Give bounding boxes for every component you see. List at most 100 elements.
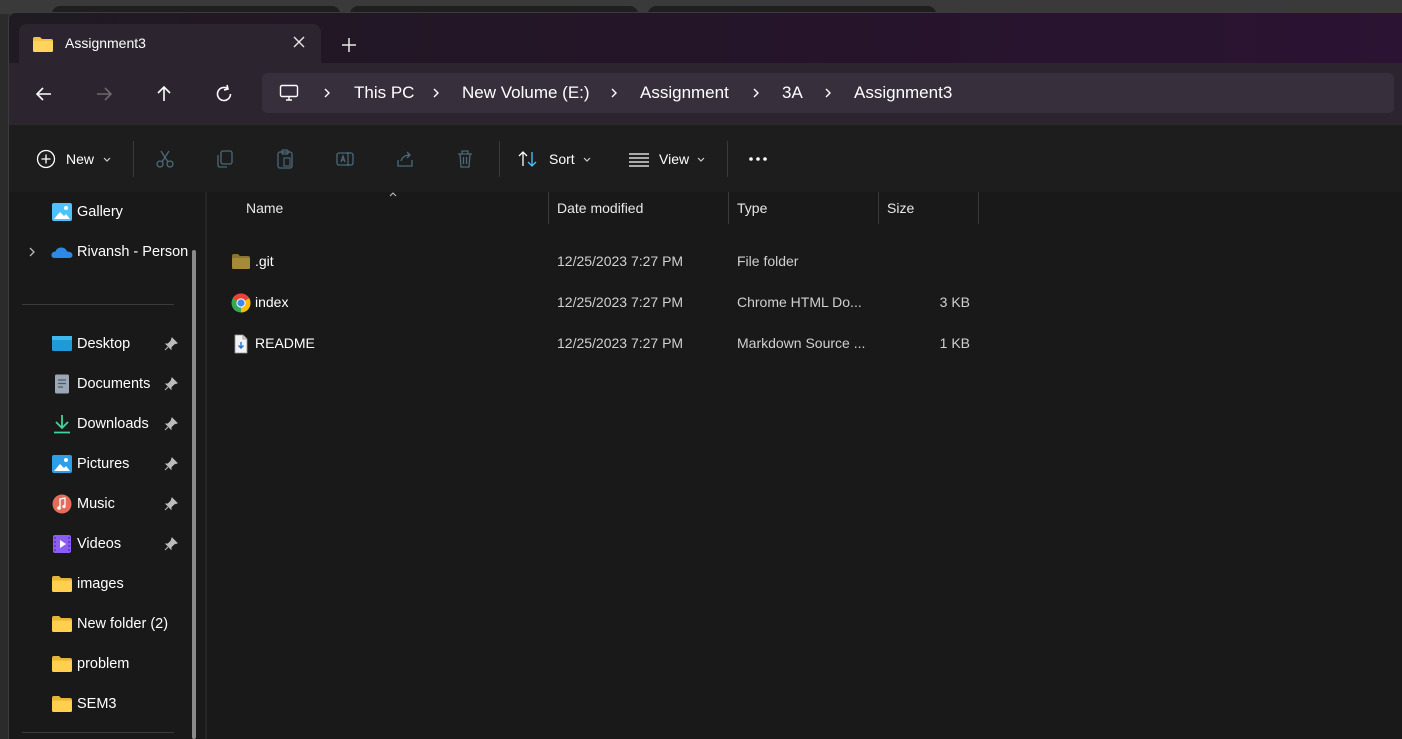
pin-icon[interactable] (164, 497, 178, 511)
sidebar-item-label: Downloads (77, 416, 149, 432)
music-icon (52, 494, 72, 514)
desktop-icon (52, 336, 72, 351)
column-label: Size (887, 200, 915, 216)
close-icon[interactable] (289, 32, 309, 52)
file-type: File folder (737, 253, 799, 269)
sidebar-item-sem3[interactable]: SEM3 (9, 686, 199, 722)
documents-icon (55, 374, 69, 394)
file-date: 12/25/2023 7:27 PM (557, 253, 684, 269)
sidebar-item-desktop[interactable]: Desktop (9, 326, 199, 362)
breadcrumb[interactable]: This PC New Volume (E:) Assignment 3A As… (262, 73, 1394, 113)
sidebar-item-onedrive[interactable]: Rivansh - Person (9, 234, 199, 270)
sort-ascending-icon (389, 192, 397, 197)
tab-assignment3[interactable]: Assignment3 (19, 24, 321, 63)
breadcrumb-item-this-pc[interactable]: This PC (354, 83, 414, 103)
new-button[interactable]: New (66, 151, 94, 167)
sidebar-item-gallery[interactable]: Gallery (9, 194, 199, 230)
sidebar-item-label: images (77, 576, 124, 592)
markdown-file-icon (234, 334, 248, 354)
toolbar-divider (133, 141, 134, 177)
pin-icon[interactable] (164, 337, 178, 351)
sidebar-item-music[interactable]: Music (9, 486, 199, 522)
address-bar: This PC New Volume (E:) Assignment 3A As… (9, 63, 1402, 124)
share-icon[interactable] (394, 148, 416, 170)
pin-icon[interactable] (164, 377, 178, 391)
toolbar-divider (499, 141, 500, 177)
sidebar-item-images[interactable]: images (9, 566, 199, 602)
breadcrumb-item-3a[interactable]: 3A (782, 83, 803, 103)
gallery-icon (52, 203, 72, 221)
chevron-right-icon[interactable] (822, 87, 834, 99)
sidebar-item-label: SEM3 (77, 696, 117, 712)
file-type: Chrome HTML Do... (737, 294, 862, 310)
back-icon[interactable] (32, 82, 56, 106)
sidebar-item-label: Documents (77, 376, 151, 392)
file-name: .git (255, 253, 274, 269)
chevron-down-icon[interactable] (102, 148, 112, 170)
chevron-right-icon[interactable] (430, 87, 442, 99)
forward-icon[interactable] (92, 82, 116, 106)
videos-icon (53, 535, 71, 553)
chevron-right-icon[interactable] (27, 246, 37, 258)
breadcrumb-item-assignment3[interactable]: Assignment3 (854, 83, 952, 103)
pin-icon[interactable] (164, 457, 178, 471)
column-header-date[interactable]: Date modified (549, 192, 727, 224)
chrome-icon (231, 293, 251, 313)
column-divider[interactable] (978, 192, 979, 224)
sidebar-item-label: Pictures (77, 456, 130, 472)
computer-icon[interactable] (279, 83, 299, 103)
file-row-git[interactable]: .git 12/25/2023 7:27 PM File folder (207, 242, 987, 282)
file-type: Markdown Source ... (737, 335, 866, 351)
sidebar-item-label: Desktop (77, 336, 131, 352)
file-explorer-window: Assignment3 This PC New Volume (E:) Assi… (8, 12, 1402, 739)
copy-icon[interactable] (214, 148, 236, 170)
refresh-icon[interactable] (212, 82, 236, 106)
toolbar-divider (727, 141, 728, 177)
pin-icon[interactable] (164, 417, 178, 431)
sort-button[interactable]: Sort (549, 151, 575, 167)
sidebar-scrollbar[interactable] (192, 250, 196, 739)
breadcrumb-item-new-volume[interactable]: New Volume (E:) (462, 83, 590, 103)
column-label: Name (246, 200, 284, 216)
delete-icon[interactable] (454, 148, 476, 170)
folder-icon (52, 576, 72, 592)
sidebar-item-new-folder-2[interactable]: New folder (2) (9, 606, 199, 642)
column-header-type[interactable]: Type (729, 192, 877, 224)
sidebar-item-documents[interactable]: Documents (9, 366, 199, 402)
folder-icon (232, 254, 250, 269)
command-bar: New Sort View (9, 124, 1402, 193)
chevron-right-icon[interactable] (321, 87, 333, 99)
cut-icon[interactable] (154, 148, 176, 170)
more-options-icon[interactable] (746, 148, 770, 170)
breadcrumb-item-assignment[interactable]: Assignment (640, 83, 729, 103)
chevron-right-icon[interactable] (750, 87, 762, 99)
chevron-down-icon[interactable] (696, 148, 706, 170)
new-tab-icon[interactable] (339, 35, 359, 55)
up-icon[interactable] (152, 82, 176, 106)
sidebar-item-label: problem (77, 656, 130, 672)
sidebar-item-videos[interactable]: Videos (9, 526, 199, 562)
rename-icon[interactable] (334, 148, 356, 170)
column-label: Date modified (557, 200, 644, 216)
sidebar-item-pictures[interactable]: Pictures (9, 446, 199, 482)
sidebar-divider (22, 732, 174, 733)
new-plus-icon[interactable] (35, 148, 57, 170)
file-list: Name Date modified Type Size .git 12/25/… (207, 192, 1402, 739)
pin-icon[interactable] (164, 537, 178, 551)
sidebar-item-label: Music (77, 496, 115, 512)
file-row-readme[interactable]: README 12/25/2023 7:27 PM Markdown Sourc… (207, 324, 987, 364)
column-header-size[interactable]: Size (879, 192, 977, 224)
view-button[interactable]: View (659, 151, 689, 167)
navigation-pane: Gallery Rivansh - Person Desktop Documen… (9, 192, 205, 739)
chevron-right-icon[interactable] (608, 87, 620, 99)
paste-icon[interactable] (274, 148, 296, 170)
column-header-name[interactable]: Name (207, 192, 547, 224)
folder-icon (52, 656, 72, 672)
sidebar-item-downloads[interactable]: Downloads (9, 406, 199, 442)
sidebar-item-problem[interactable]: problem (9, 646, 199, 682)
chevron-down-icon[interactable] (582, 148, 592, 170)
onedrive-icon (51, 247, 73, 258)
file-row-index[interactable]: index 12/25/2023 7:27 PM Chrome HTML Do.… (207, 283, 987, 323)
sort-icon[interactable] (517, 148, 539, 170)
view-icon[interactable] (627, 148, 651, 170)
